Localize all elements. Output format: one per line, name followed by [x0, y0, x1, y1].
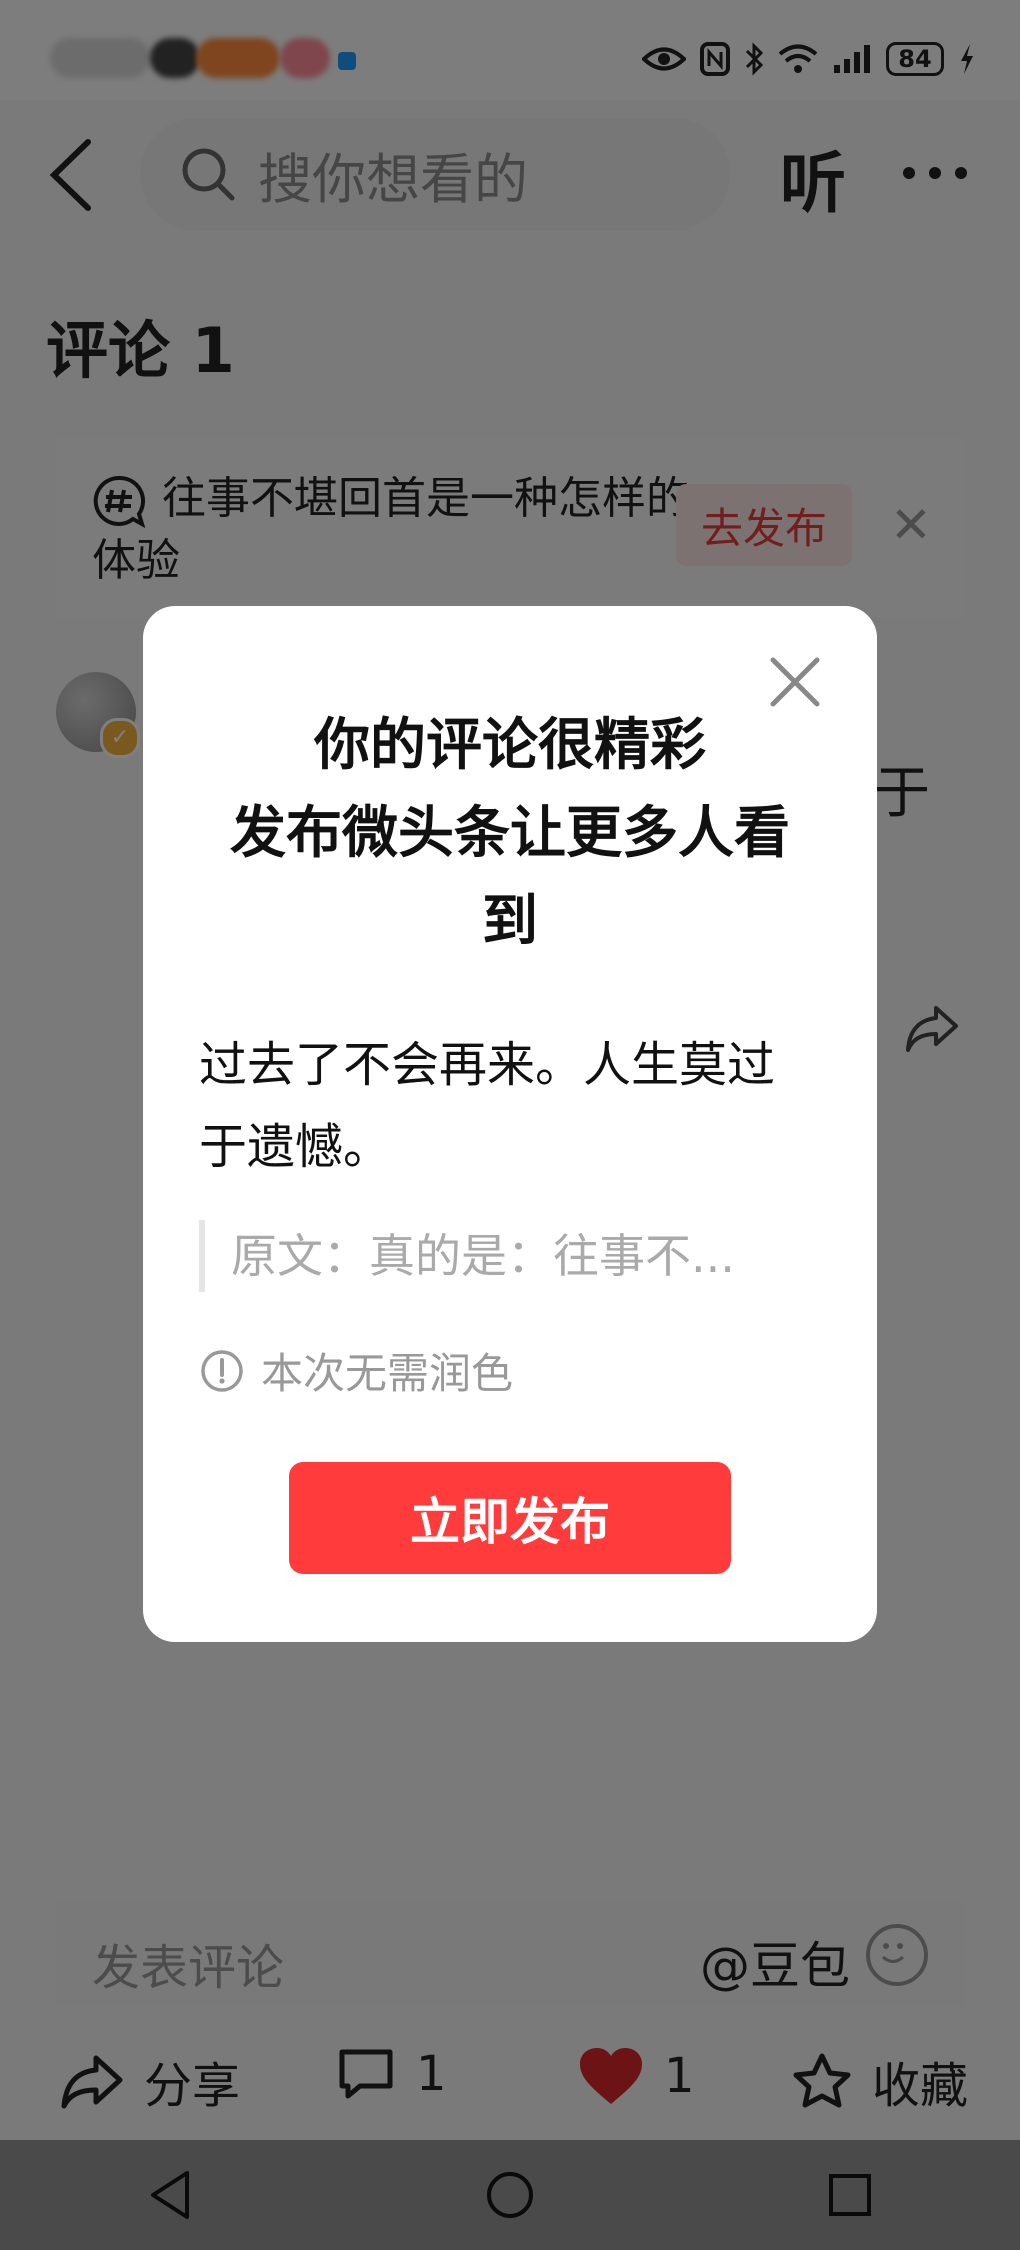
nav-recents-button[interactable]	[680, 2140, 1020, 2250]
triangle-back-icon	[151, 2171, 189, 2219]
polish-note: 本次无需润色	[199, 1340, 513, 1401]
publish-dialog: 你的评论很精彩 发布微头条让更多人看到 过去了不会再来。人生莫过于遗憾。 原文：…	[143, 606, 877, 1642]
nav-back-button[interactable]	[0, 2140, 340, 2250]
nav-home-button[interactable]	[340, 2140, 680, 2250]
publish-now-button[interactable]: 立即发布	[289, 1462, 731, 1574]
close-icon[interactable]	[769, 656, 821, 708]
polish-note-text: 本次无需润色	[261, 1349, 514, 1398]
status-bar-dim	[0, 0, 1020, 100]
circle-home-icon	[487, 2172, 533, 2218]
system-nav-bar	[0, 2140, 1020, 2250]
original-quote: 原文：真的是：往事不...	[199, 1220, 819, 1292]
dialog-title: 你的评论很精彩 发布微头条让更多人看到	[230, 713, 790, 954]
info-icon	[201, 1349, 243, 1392]
square-recents-icon	[829, 2174, 871, 2216]
dialog-comment-text: 过去了不会再来。人生莫过于遗憾。	[199, 1037, 776, 1175]
